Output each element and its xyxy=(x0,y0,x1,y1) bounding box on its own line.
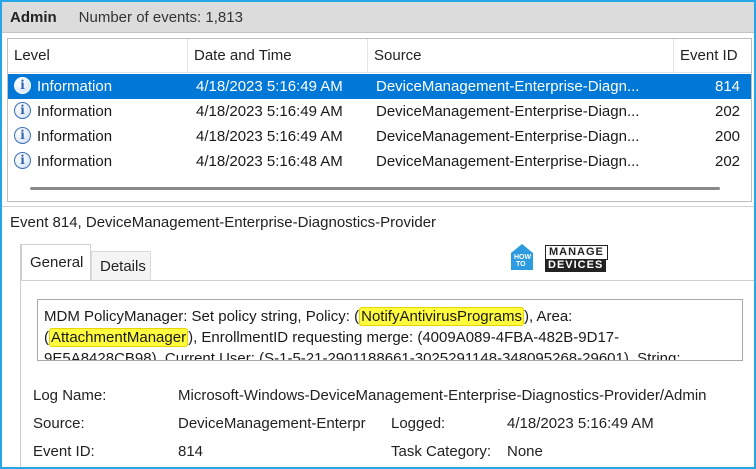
horizontal-scrollbar[interactable] xyxy=(30,187,720,190)
logo-devices: DEVICES xyxy=(545,259,607,272)
task-category-value: None xyxy=(507,443,543,460)
event-level: Information xyxy=(37,128,113,145)
event-message-box[interactable]: MDM PolicyManager: Set policy string, Po… xyxy=(37,299,743,361)
event-viewer-window: Admin Number of events: 1,813 Level Date… xyxy=(0,0,756,469)
event-source: DeviceManagement-Enterprise-Diagn... xyxy=(376,153,640,170)
source-value: DeviceManagement-Enterpr xyxy=(178,415,366,432)
information-icon: i xyxy=(14,152,31,169)
event-id: 814 xyxy=(715,78,741,95)
event-row[interactable]: i Information 4/18/2023 5:16:49 AM Devic… xyxy=(8,74,751,99)
column-header-level[interactable]: Level xyxy=(8,39,188,72)
event-detail-title: Event 814, DeviceManagement-Enterprise-D… xyxy=(10,214,437,231)
event-count: Number of events: 1,813 xyxy=(78,8,243,26)
event-id: 200 xyxy=(715,128,741,145)
column-header-date-time[interactable]: Date and Time xyxy=(188,39,368,72)
event-datetime: 4/18/2023 5:16:49 AM xyxy=(196,103,343,120)
highlighted-area: AttachmentManager xyxy=(49,328,189,347)
event-level: Information xyxy=(37,153,113,170)
log-name-label: Log Name: xyxy=(33,387,107,404)
source-label: Source: xyxy=(33,415,85,432)
information-icon: i xyxy=(14,127,31,144)
message-text: ), Area: xyxy=(524,308,573,325)
tab-general[interactable]: General xyxy=(21,244,91,280)
message-text: MDM PolicyManager: Set policy string, Po… xyxy=(44,308,360,325)
events-rows: i Information 4/18/2023 5:16:49 AM Devic… xyxy=(8,74,751,174)
event-id: 202 xyxy=(715,103,741,120)
event-id-label: Event ID: xyxy=(33,443,95,460)
howtomanagedevices-logo: HOW TO MANAGE DEVICES xyxy=(511,242,611,278)
event-row[interactable]: i Information 4/18/2023 5:16:49 AM Devic… xyxy=(8,99,751,124)
event-datetime: 4/18/2023 5:16:48 AM xyxy=(196,153,343,170)
tab-details[interactable]: Details xyxy=(91,251,151,280)
event-level: Information xyxy=(37,78,113,95)
log-name-title: Admin xyxy=(10,8,57,26)
event-datetime: 4/18/2023 5:16:49 AM xyxy=(196,78,343,95)
pane-divider[interactable] xyxy=(2,206,754,207)
highlighted-policy: NotifyAntivirusPrograms xyxy=(359,307,524,326)
event-row[interactable]: i Information 4/18/2023 5:16:48 AM Devic… xyxy=(8,149,751,174)
event-level: Information xyxy=(37,103,113,120)
log-name-value: Microsoft-Windows-DeviceManagement-Enter… xyxy=(178,387,707,404)
tab-underline xyxy=(21,280,754,281)
information-icon: i xyxy=(14,102,31,119)
event-source: DeviceManagement-Enterprise-Diagn... xyxy=(376,128,640,145)
event-source: DeviceManagement-Enterprise-Diagn... xyxy=(376,103,640,120)
event-id: 202 xyxy=(715,153,741,170)
task-category-label: Task Category: xyxy=(391,443,492,460)
message-text: ), EnrollmentID requesting merge: (4009A… xyxy=(188,329,620,346)
event-source: DeviceManagement-Enterprise-Diagn... xyxy=(376,78,640,95)
logo-manage: MANAGE xyxy=(545,245,608,260)
column-header-row: Level Date and Time Source Event ID xyxy=(8,39,751,73)
event-row[interactable]: i Information 4/18/2023 5:16:49 AM Devic… xyxy=(8,124,751,149)
message-text: 9E5A8428CB98), Current User: (S-1-5-21-2… xyxy=(44,350,681,361)
log-header: Admin Number of events: 1,813 xyxy=(2,2,754,33)
column-header-source[interactable]: Source xyxy=(368,39,674,72)
events-list[interactable]: Level Date and Time Source Event ID i In… xyxy=(7,38,752,202)
logged-label: Logged: xyxy=(391,415,446,432)
logged-value: 4/18/2023 5:16:49 AM xyxy=(507,415,654,432)
information-icon: i xyxy=(14,77,31,94)
column-header-event-id[interactable]: Event ID xyxy=(674,39,751,72)
event-datetime: 4/18/2023 5:16:49 AM xyxy=(196,128,343,145)
logo-to: TO xyxy=(516,261,526,268)
event-id-value: 814 xyxy=(178,443,204,460)
